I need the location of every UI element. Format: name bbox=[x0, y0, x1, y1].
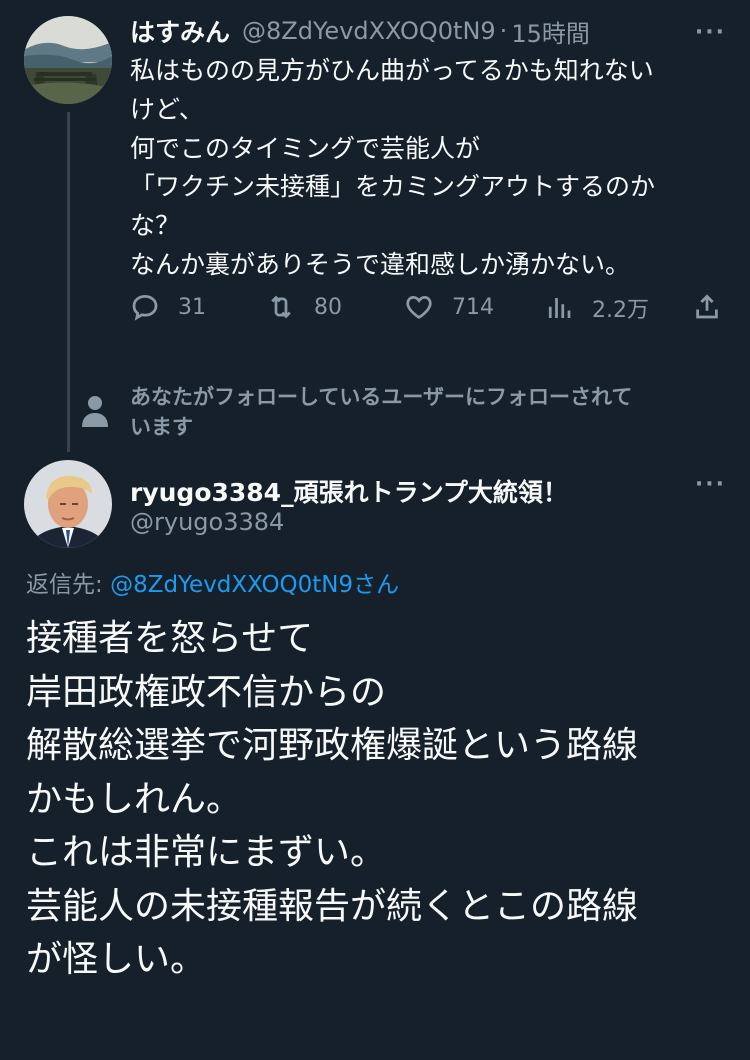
avatar[interactable] bbox=[24, 16, 112, 104]
share-button[interactable] bbox=[692, 292, 722, 322]
tweet-text-line: なんか裏がありそうで違和感しか湧かない。 bbox=[130, 249, 631, 279]
reply-icon bbox=[132, 294, 158, 321]
replying-to-label: 返信先: bbox=[26, 572, 111, 598]
landscape-avatar-image bbox=[24, 16, 112, 104]
more-options-icon[interactable]: ··· bbox=[695, 472, 726, 497]
like-button[interactable]: 714 bbox=[404, 292, 494, 322]
avatar[interactable] bbox=[24, 460, 112, 548]
display-name[interactable]: はすみん bbox=[130, 13, 230, 49]
display-name[interactable]: ryugo3384_頑張れトランプ大統領！ bbox=[130, 473, 568, 509]
tweet-text-line: これは非常にまずい。 bbox=[26, 832, 387, 873]
tweet-text-line: 私はものの見方がひん曲がってるかも知れない bbox=[130, 56, 654, 85]
thread-connector-line bbox=[67, 112, 70, 452]
tweet-text-line: 岸田政権政不信からの bbox=[26, 671, 387, 713]
tweet-text-line: かもしれん。 bbox=[26, 778, 243, 820]
replying-to: 返信先: @8ZdYevdXXOQ0tN9さん bbox=[26, 565, 399, 599]
heart-icon bbox=[406, 295, 432, 319]
followed-by-text-line: います bbox=[130, 415, 193, 439]
tweet-text: 私はものの見方がひん曲がってるかも知れない けど、 何でこのタイミングで芸能人が… bbox=[130, 52, 730, 285]
user-handle[interactable]: @ryugo3384 bbox=[130, 508, 284, 536]
tweet-text-line: 解散総選挙で河野政権爆誕という路線 bbox=[26, 725, 639, 766]
reply-button[interactable]: 31 bbox=[130, 292, 206, 322]
reply-to-suffix: さん bbox=[353, 572, 400, 598]
person-icon bbox=[82, 396, 108, 427]
followed-by-text-line: あなたがフォローしているユーザーにフォローされて bbox=[130, 385, 633, 409]
tweet-text-line: が怪しい。 bbox=[26, 939, 207, 980]
reply-count: 31 bbox=[178, 294, 206, 320]
tweet-text-line: 「ワクチン未接種」をカミングアウトするのか bbox=[130, 172, 656, 202]
views-button[interactable]: 2.2万 bbox=[544, 292, 649, 324]
like-count: 714 bbox=[452, 294, 494, 320]
tweet-text: 接種者を怒らせて 岸田政権政不信からの 解散総選挙で河野政権爆誕という路線 かも… bbox=[26, 612, 736, 987]
timestamp[interactable]: 15時間 bbox=[511, 14, 590, 49]
retweet-button[interactable]: 80 bbox=[266, 292, 342, 322]
separator-dot: · bbox=[499, 17, 508, 45]
share-icon bbox=[696, 294, 718, 319]
reply-to-handle-link[interactable]: @8ZdYevdXXOQ0tN9 bbox=[110, 572, 353, 598]
tweet-text-line: 何でこのタイミングで芸能人が bbox=[130, 133, 481, 163]
portrait-avatar-image bbox=[24, 460, 112, 548]
user-handle[interactable]: @8ZdYevdXXOQ0tN9 bbox=[242, 17, 496, 45]
retweet-count: 80 bbox=[314, 294, 342, 320]
views-chart-icon bbox=[548, 298, 571, 318]
followed-by-text: あなたがフォローしているユーザーにフォローされて います bbox=[130, 382, 740, 442]
tweet-text-line: 芸能人の未接種報告が続くとこの路線 bbox=[26, 885, 639, 927]
tweet-text-line: 接種者を怒らせて bbox=[26, 618, 314, 659]
views-count: 2.2万 bbox=[592, 298, 649, 323]
tweet-text-line: な？ bbox=[130, 211, 181, 241]
retweet-icon bbox=[271, 295, 291, 319]
tweet-text-line: けど、 bbox=[130, 94, 204, 124]
tweet-header: はすみん @8ZdYevdXXOQ0tN9 · 15時間 ··· bbox=[130, 14, 726, 48]
more-options-icon[interactable]: ··· bbox=[695, 20, 726, 45]
tweet-actions-bar: 31 80 714 2.2万 bbox=[130, 292, 730, 332]
